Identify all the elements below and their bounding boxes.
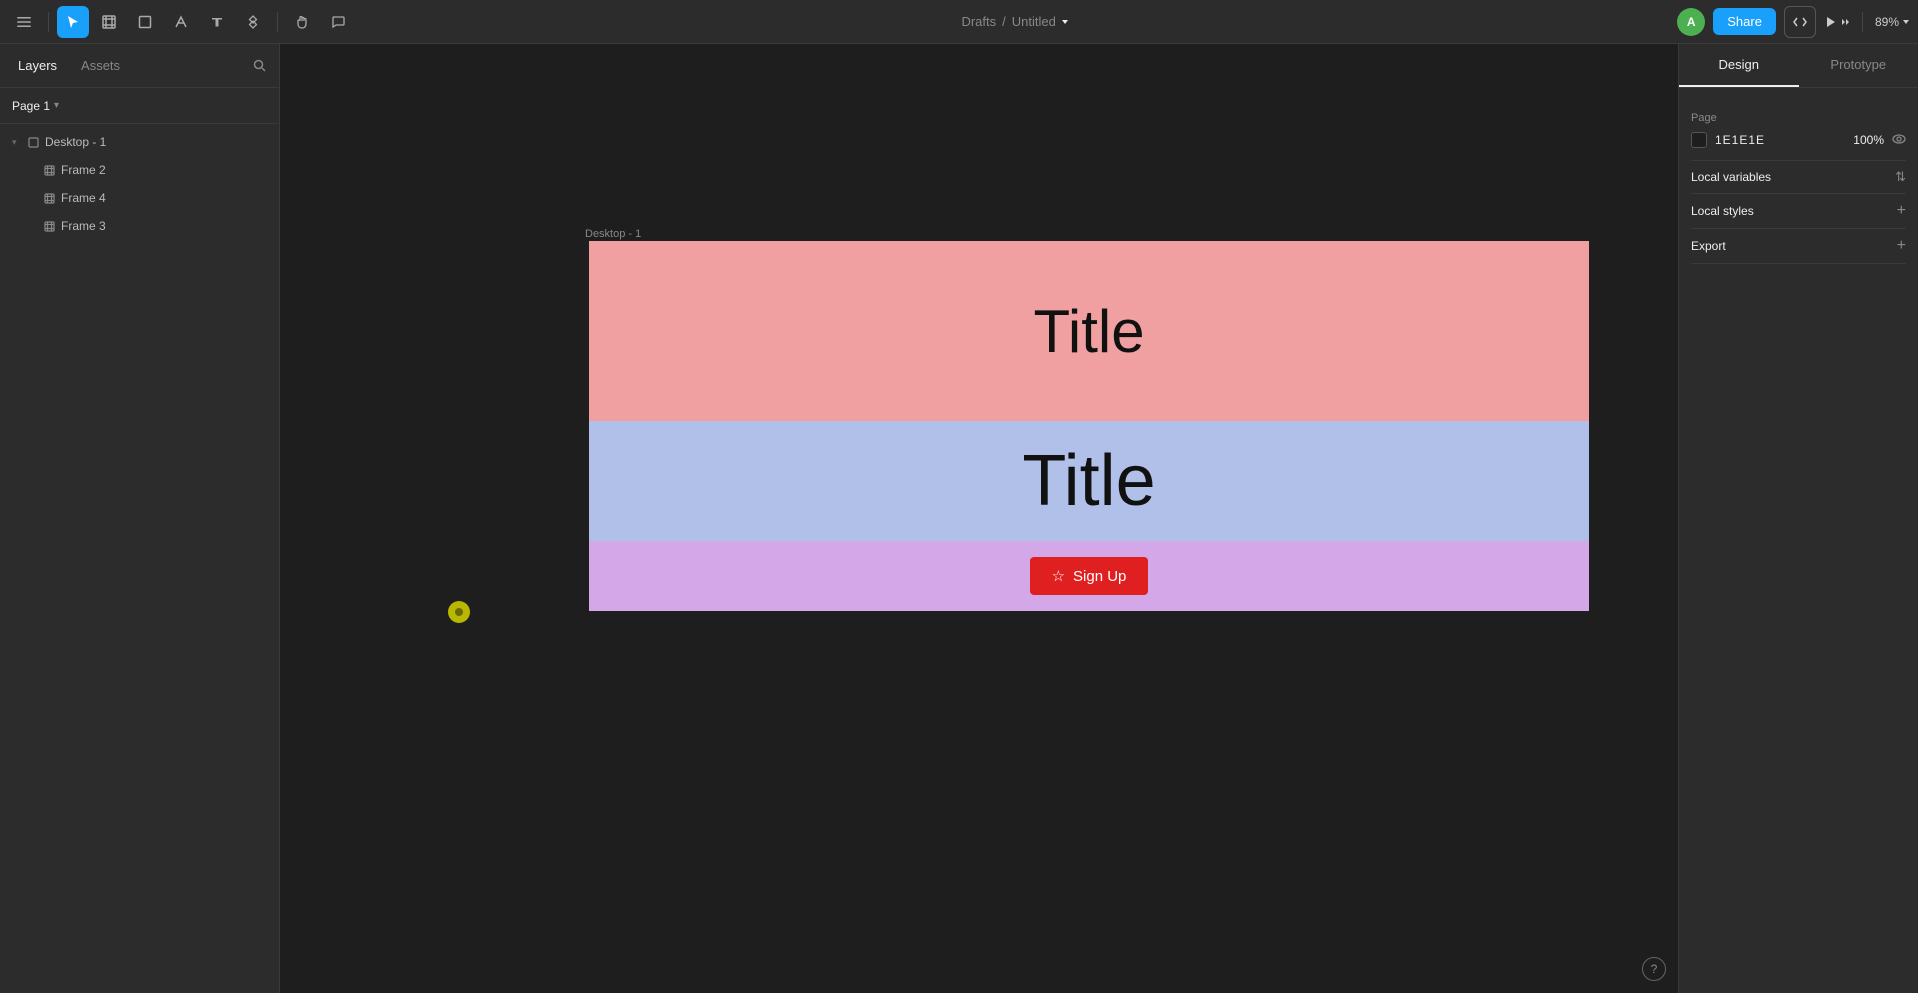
code-view-button[interactable] [1784, 6, 1816, 38]
cursor-indicator [448, 601, 470, 623]
search-button[interactable] [247, 54, 271, 78]
local-variables-section: Local variables ⇅ [1691, 161, 1906, 194]
page-label: Page [1691, 112, 1906, 124]
play-button[interactable] [1824, 16, 1850, 28]
frame2-icon [44, 165, 55, 176]
breadcrumb: Drafts / Untitled [961, 14, 1069, 29]
right-panel-content: Page 1E1E1E 100% Local variables ⇅ Loca [1679, 88, 1918, 993]
canvas-frame-label: Desktop - 1 [585, 228, 641, 240]
components-tool[interactable] [237, 6, 269, 38]
frame-blue-title: Title [1022, 440, 1155, 522]
signup-star-icon: ☆ [1052, 567, 1065, 585]
breadcrumb-sep: / [1002, 14, 1006, 29]
toolbar-right: A Share 89% [1677, 6, 1910, 38]
page-section: Page 1E1E1E 100% [1691, 100, 1906, 161]
frame-tool[interactable] [93, 6, 125, 38]
toolbar-sep-1 [48, 12, 49, 32]
local-variables-icon[interactable]: ⇅ [1895, 169, 1906, 185]
local-styles-label: Local styles [1691, 204, 1754, 218]
left-panel: Layers Assets Page 1 ▾ ▾ Desktop - 1 Fra… [0, 44, 280, 993]
page-color-value: 1E1E1E [1715, 133, 1765, 147]
page-opacity-value: 100% [1853, 133, 1884, 147]
canvas[interactable]: Desktop - 1 Title Title ☆ Sign Up ? [280, 44, 1678, 993]
hand-tool[interactable] [286, 6, 318, 38]
page-chevron-icon: ▾ [54, 100, 59, 111]
signup-button[interactable]: ☆ Sign Up [1030, 557, 1149, 595]
breadcrumb-drafts[interactable]: Drafts [961, 14, 996, 29]
tab-design[interactable]: Design [1679, 44, 1799, 87]
help-button[interactable]: ? [1642, 957, 1666, 981]
frame4-icon [44, 193, 55, 204]
right-panel: Design Prototype Page 1E1E1E 100% Loca [1678, 44, 1918, 993]
toolbar-sep-3 [1862, 12, 1863, 32]
local-styles-section: Local styles + [1691, 194, 1906, 229]
export-section: Export + [1691, 229, 1906, 264]
frame3-icon [44, 221, 55, 232]
local-styles-add-button[interactable]: + [1897, 202, 1906, 220]
local-variables-label: Local variables [1691, 170, 1771, 184]
text-tool[interactable] [201, 6, 233, 38]
signup-label: Sign Up [1073, 568, 1126, 585]
tab-assets[interactable]: Assets [71, 54, 130, 77]
frame-section-blue[interactable]: Title [589, 421, 1589, 541]
main-area: Layers Assets Page 1 ▾ ▾ Desktop - 1 Fra… [0, 44, 1918, 993]
layer-item-frame2[interactable]: Frame 2 [0, 156, 279, 184]
frame-container: Title Title ☆ Sign Up [589, 241, 1589, 611]
export-label: Export [1691, 239, 1726, 253]
frame-pink-title: Title [1033, 297, 1144, 366]
layer-item-frame3[interactable]: Frame 3 [0, 212, 279, 240]
avatar: A [1677, 8, 1705, 36]
breadcrumb-title[interactable]: Untitled [1012, 14, 1070, 29]
select-tool[interactable] [57, 6, 89, 38]
visibility-eye-icon[interactable] [1892, 133, 1906, 147]
layers-list: ▾ Desktop - 1 Frame 2 Frame 4 Frame 3 [0, 124, 279, 993]
comment-tool[interactable] [322, 6, 354, 38]
pen-tool[interactable] [165, 6, 197, 38]
page-color-row: 1E1E1E 100% [1691, 132, 1906, 148]
export-add-button[interactable]: + [1897, 237, 1906, 255]
page-selector[interactable]: Page 1 ▾ [0, 88, 279, 124]
page-color-swatch[interactable] [1691, 132, 1707, 148]
layer-item-frame4[interactable]: Frame 4 [0, 184, 279, 212]
zoom-control[interactable]: 89% [1875, 15, 1910, 29]
tab-layers[interactable]: Layers [8, 54, 67, 77]
layer-item-desktop1[interactable]: ▾ Desktop - 1 [0, 128, 279, 156]
toolbar-center: Drafts / Untitled [358, 14, 1673, 29]
frame-section-pink[interactable]: Title [589, 241, 1589, 421]
toolbar-sep-2 [277, 12, 278, 32]
expand-icon: ▾ [12, 137, 22, 148]
toolbar-left [8, 6, 354, 38]
share-button[interactable]: Share [1713, 8, 1776, 35]
frame-section-purple[interactable]: ☆ Sign Up [589, 541, 1589, 611]
right-panel-tabs: Design Prototype [1679, 44, 1918, 88]
toolbar: Drafts / Untitled A Share 89% [0, 0, 1918, 44]
menu-button[interactable] [8, 6, 40, 38]
desktop-frame-icon [28, 137, 39, 148]
tab-prototype[interactable]: Prototype [1799, 44, 1918, 87]
panel-tabs: Layers Assets [0, 44, 279, 88]
shapes-tool[interactable] [129, 6, 161, 38]
